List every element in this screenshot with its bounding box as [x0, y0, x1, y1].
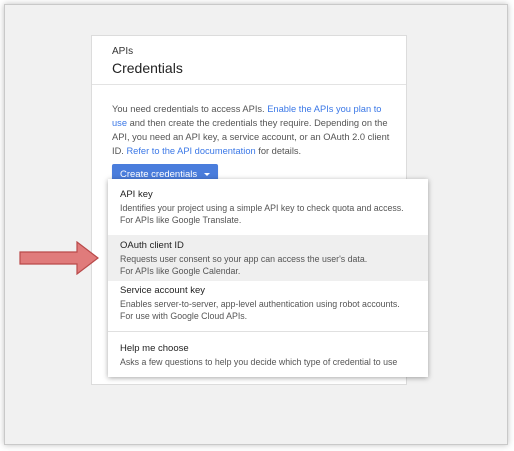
page-title: Credentials [112, 60, 183, 76]
menu-item-description: Identifies your project using a simple A… [120, 203, 404, 213]
menu-item-description: For APIs like Google Calendar. [120, 266, 241, 276]
create-credentials-label: Create credentials [120, 168, 198, 180]
screenshot-frame: APIs Credentials You need credentials to… [4, 4, 508, 445]
menu-item-description: Requests user consent so your app can ac… [120, 254, 368, 264]
menu-item-title: Help me choose [120, 343, 189, 354]
breadcrumb[interactable]: APIs [112, 46, 406, 57]
menu-item-description: Enables server-to-server, app-level auth… [120, 299, 400, 309]
menu-item-description: For use with Google Cloud APIs. [120, 311, 248, 321]
menu-item-title: Service account key [120, 285, 206, 296]
menu-item-oauth-client-id[interactable]: OAuth client ID Requests user consent so… [108, 235, 428, 281]
description-text-3: for details. [255, 146, 302, 156]
menu-item-help-me-choose[interactable]: Help me choose Asks a few questions to h… [108, 343, 428, 373]
menu-item-description: Asks a few questions to help you decide … [120, 357, 398, 367]
arrow-shape [19, 241, 99, 275]
menu-divider [108, 331, 428, 332]
api-documentation-link[interactable]: Refer to the API documentation [126, 146, 255, 156]
description-text-1: You need credentials to access APIs. [112, 104, 268, 114]
red-arrow-annotation [19, 241, 99, 275]
menu-item-service-account-key[interactable]: Service account key Enables server-to-se… [108, 285, 428, 331]
card-header: APIs Credentials [92, 36, 406, 85]
menu-item-title: API key [120, 189, 153, 200]
menu-item-api-key[interactable]: API key Identifies your project using a … [108, 189, 428, 237]
create-credentials-menu: API key Identifies your project using a … [108, 179, 428, 377]
caret-down-icon [204, 172, 211, 176]
menu-item-title: OAuth client ID [120, 240, 184, 251]
menu-item-description: For APIs like Google Translate. [120, 215, 242, 225]
credentials-description: You need credentials to access APIs. Ena… [112, 102, 394, 158]
